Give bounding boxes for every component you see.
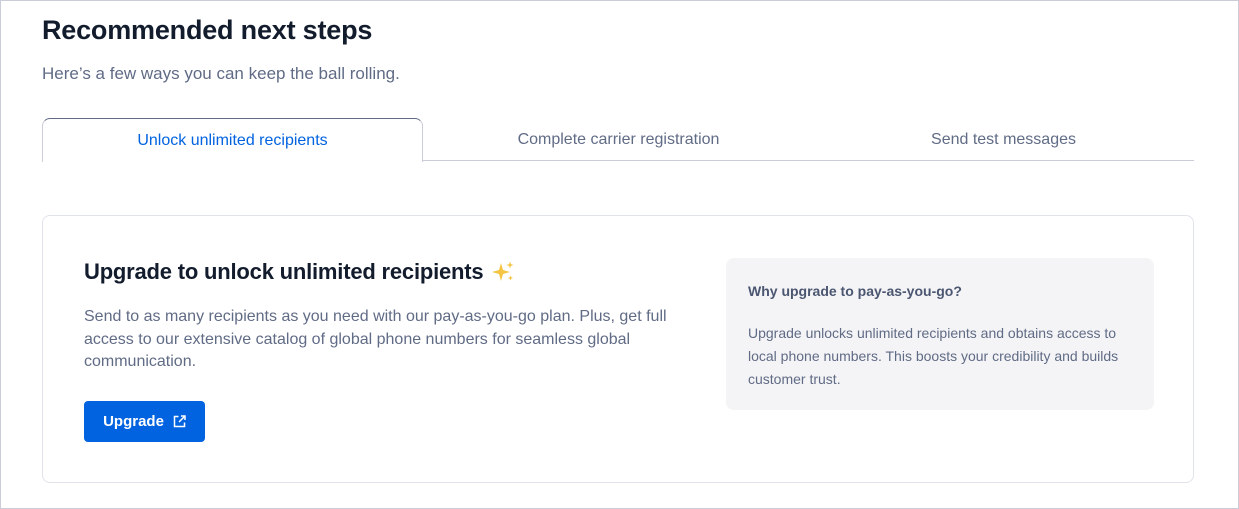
tab-label: Complete carrier registration — [517, 130, 720, 148]
tab-unlock-unlimited-recipients[interactable]: Unlock unlimited recipients — [42, 118, 423, 162]
tab-label: Send test messages — [931, 130, 1076, 148]
tab-complete-carrier-registration[interactable]: Complete carrier registration — [428, 118, 809, 161]
sparkles-icon — [492, 261, 514, 281]
page-container: Recommended next steps Here’s a few ways… — [0, 0, 1239, 509]
card-heading-text: Upgrade to unlock unlimited recipients — [84, 259, 484, 284]
page-subtitle: Here’s a few ways you can keep the ball … — [42, 64, 400, 83]
card-description: Send to as many recipients as you need w… — [84, 308, 667, 370]
page-title: Recommended next steps — [42, 15, 373, 45]
card-heading: Upgrade to unlock unlimited recipients — [84, 259, 515, 285]
why-upgrade-panel: Why upgrade to pay-as-you-go? Upgrade un… — [726, 258, 1154, 410]
tab-send-test-messages[interactable]: Send test messages — [813, 118, 1194, 161]
tab-label: Unlock unlimited recipients — [137, 131, 328, 149]
upgrade-card: Upgrade to unlock unlimited recipients S… — [42, 215, 1194, 483]
external-link-icon — [173, 415, 186, 428]
why-upgrade-description: Upgrade unlocks unlimited recipients and… — [748, 325, 1119, 387]
tab-list: Unlock unlimited recipients Complete car… — [42, 118, 1194, 162]
why-upgrade-title: Why upgrade to pay-as-you-go? — [748, 283, 962, 299]
upgrade-button-label: Upgrade — [103, 413, 164, 430]
upgrade-button[interactable]: Upgrade — [84, 401, 205, 442]
